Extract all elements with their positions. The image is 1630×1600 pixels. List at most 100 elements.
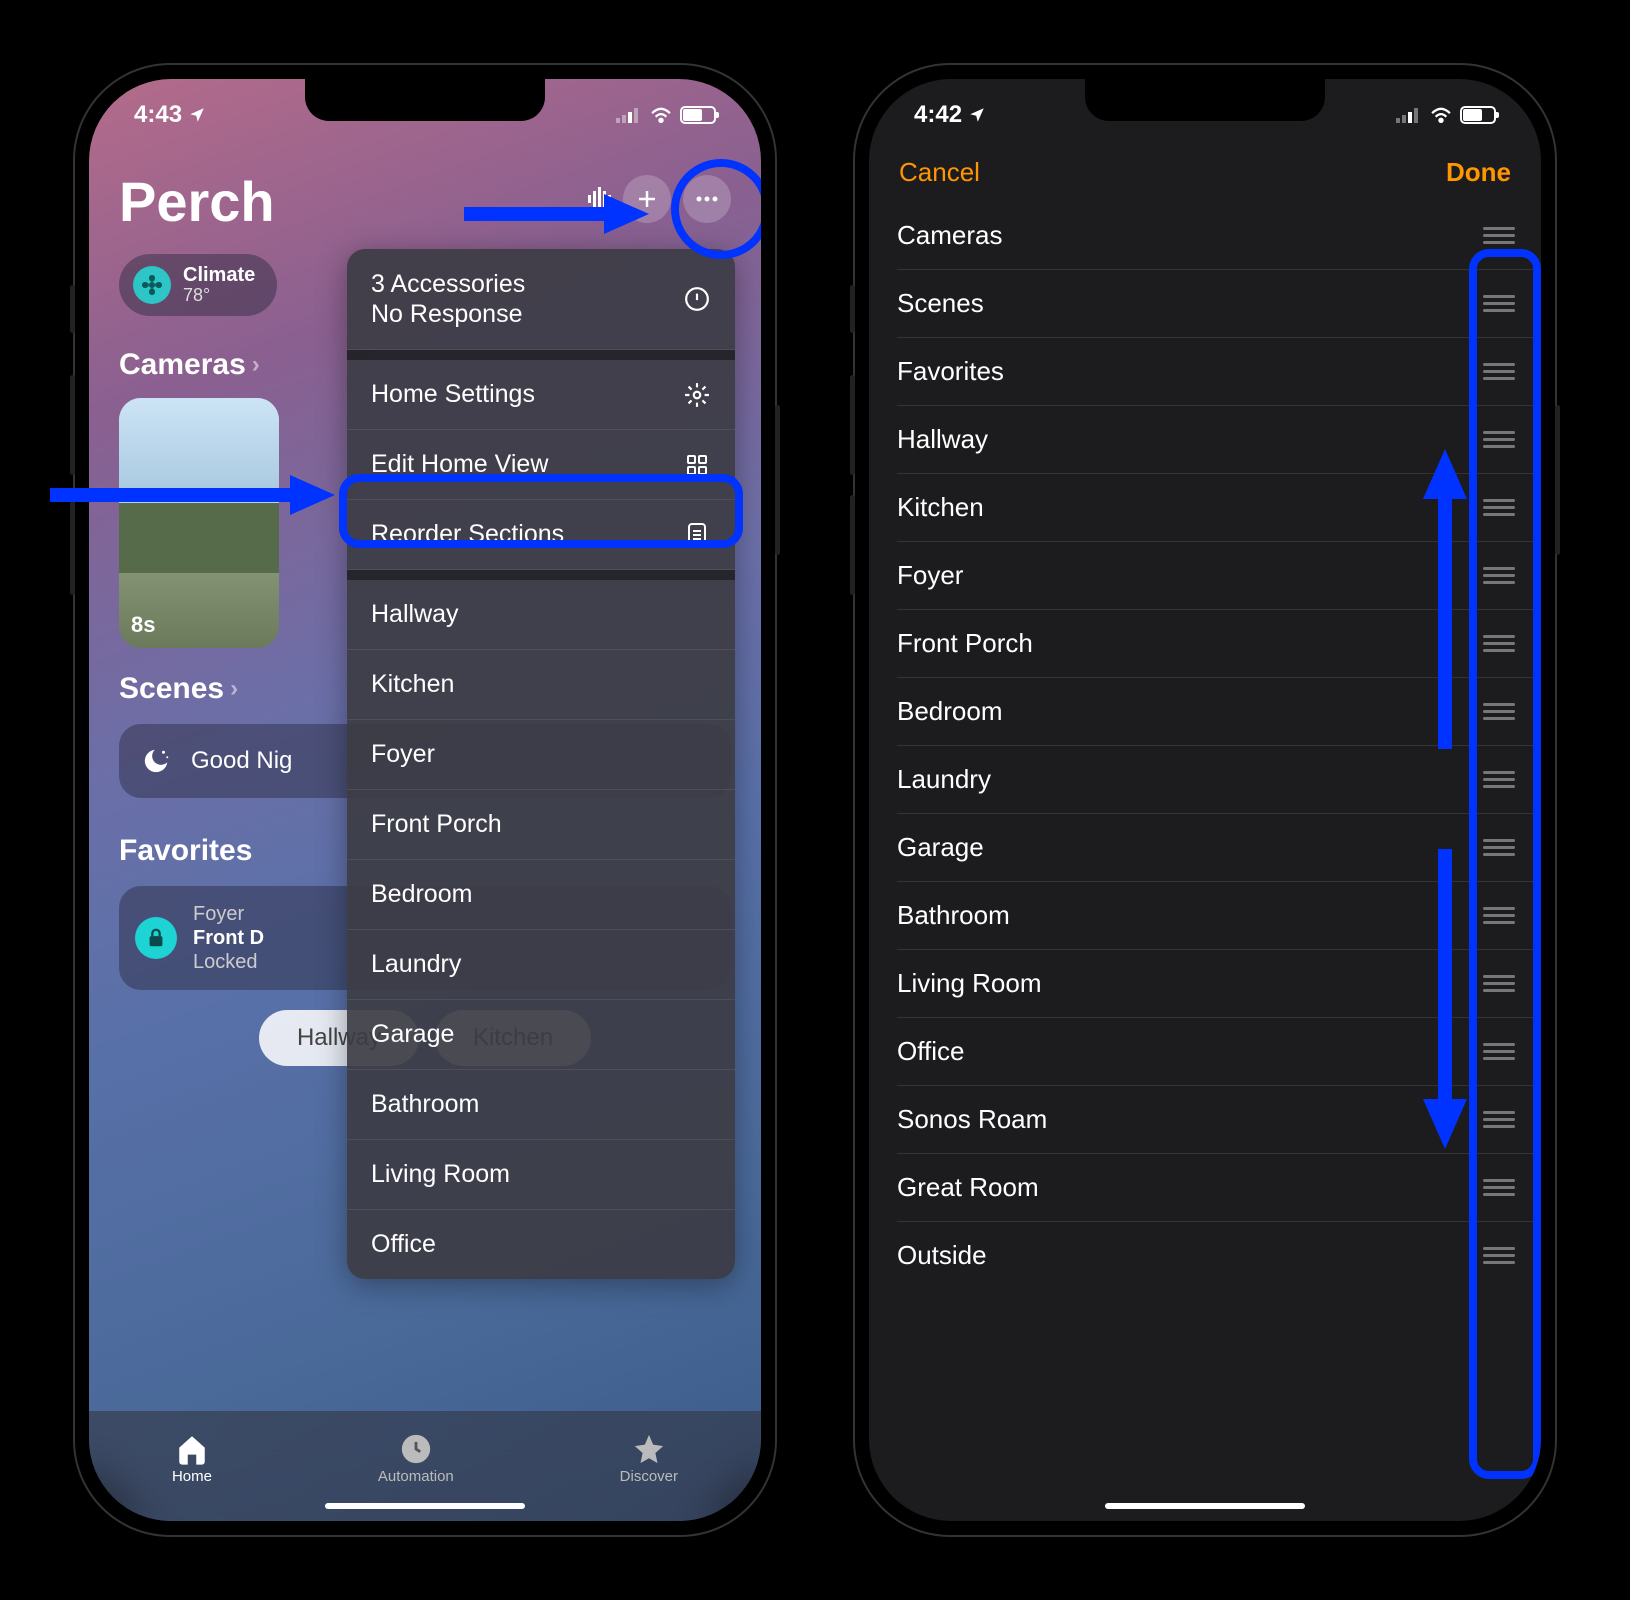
menu-item-room[interactable]: Living Room [347, 1140, 735, 1210]
row-label: Great Room [897, 1172, 1039, 1203]
volume-button [850, 285, 855, 333]
list-item[interactable]: Favorites [897, 338, 1541, 406]
menu-item-room[interactable]: Hallway [347, 580, 735, 650]
climate-temp: 78° [183, 286, 255, 306]
chevron-right-icon: › [252, 351, 260, 379]
camera-tile[interactable]: 8s [119, 398, 279, 648]
home-indicator[interactable] [1105, 1503, 1305, 1509]
battery-icon [680, 106, 716, 124]
menu-item-room[interactable]: Office [347, 1210, 735, 1279]
menu-item-room[interactable]: Front Porch [347, 790, 735, 860]
location-icon [968, 106, 986, 124]
gear-icon [683, 381, 711, 409]
menu-item-room[interactable]: Bedroom [347, 860, 735, 930]
annotation-arrow [45, 470, 335, 520]
menu-item-home-settings[interactable]: Home Settings [347, 360, 735, 430]
home-indicator[interactable] [325, 1503, 525, 1509]
iphone-right: 4:42 Cancel Done Cameras Scenes [855, 65, 1555, 1535]
tab-discover[interactable]: Discover [620, 1432, 678, 1485]
moon-icon [137, 742, 175, 780]
status-time: 4:42 [914, 101, 962, 129]
notch [1085, 79, 1325, 121]
home-header: Perch [89, 139, 761, 242]
power-button [775, 405, 780, 555]
status-time: 4:43 [134, 101, 182, 129]
power-button [1555, 405, 1560, 555]
clock-icon [399, 1432, 433, 1466]
tab-label: Home [172, 1468, 212, 1485]
lock-icon [135, 917, 177, 959]
home-icon [175, 1432, 209, 1466]
row-label: Outside [897, 1240, 987, 1271]
camera-elapsed: 8s [131, 612, 155, 638]
cancel-button[interactable]: Cancel [899, 157, 980, 188]
status-line2: No Response [371, 299, 525, 329]
menu-item-room[interactable]: Kitchen [347, 650, 735, 720]
signal-icon [616, 107, 642, 123]
row-label: Favorites [897, 356, 1004, 387]
done-button[interactable]: Done [1446, 157, 1511, 188]
section-label: Scenes [119, 672, 224, 706]
annotation-double-arrow [1419, 449, 1471, 1149]
menu-label: Hallway [371, 600, 459, 629]
iphone-left: 4:43 Perch [75, 65, 775, 1535]
row-label: Laundry [897, 764, 991, 795]
nav-bar: Cancel Done [869, 139, 1541, 202]
row-label: Scenes [897, 288, 984, 319]
row-label: Living Room [897, 968, 1042, 999]
section-label: Cameras [119, 348, 246, 382]
row-label: Sonos Roam [897, 1104, 1047, 1135]
menu-label: Office [371, 1230, 436, 1259]
tab-automation[interactable]: Automation [378, 1432, 454, 1485]
home-title: Perch [119, 169, 275, 234]
annotation-rectangle [339, 474, 743, 548]
menu-label: Home Settings [371, 380, 535, 409]
menu-item-room[interactable]: Bathroom [347, 1070, 735, 1140]
row-label: Office [897, 1036, 964, 1067]
row-label: Kitchen [897, 492, 984, 523]
volume-button [850, 375, 855, 475]
location-icon [188, 106, 206, 124]
row-label: Front Porch [897, 628, 1033, 659]
list-item[interactable]: Cameras [897, 202, 1541, 270]
menu-label: Foyer [371, 740, 435, 769]
climate-label: Climate [183, 264, 255, 286]
section-label: Favorites [119, 834, 252, 868]
chevron-right-icon: › [230, 675, 238, 703]
annotation-rectangle [1469, 249, 1541, 1479]
battery-icon [1460, 106, 1496, 124]
menu-item-room[interactable]: Laundry [347, 930, 735, 1000]
status-line1: 3 Accessories [371, 269, 525, 299]
menu-label: Garage [371, 1020, 454, 1049]
annotation-circle [671, 159, 761, 259]
list-item[interactable]: Great Room [897, 1154, 1541, 1222]
notch [305, 79, 545, 121]
row-label: Hallway [897, 424, 988, 455]
menu-label: Laundry [371, 950, 461, 979]
drag-handle-icon[interactable] [1483, 227, 1515, 244]
list-item[interactable]: Scenes [897, 270, 1541, 338]
row-label: Bathroom [897, 900, 1010, 931]
row-label: Garage [897, 832, 984, 863]
fan-icon [133, 266, 171, 304]
menu-item-room[interactable]: Garage [347, 1000, 735, 1070]
tab-label: Discover [620, 1468, 678, 1485]
scene-name: Good Nig [191, 747, 292, 775]
menu-label: Kitchen [371, 670, 454, 699]
star-icon [632, 1432, 666, 1466]
volume-button [70, 375, 75, 475]
list-item[interactable]: Outside [897, 1222, 1541, 1289]
tab-label: Automation [378, 1468, 454, 1485]
favorite-state: Locked [193, 950, 264, 974]
menu-item-room[interactable]: Foyer [347, 720, 735, 790]
row-label: Foyer [897, 560, 963, 591]
alert-icon [683, 285, 711, 313]
row-label: Bedroom [897, 696, 1003, 727]
menu-label: Bathroom [371, 1090, 479, 1119]
climate-pill[interactable]: Climate 78° [119, 254, 277, 316]
menu-item-status[interactable]: 3 Accessories No Response [347, 249, 735, 350]
volume-button [70, 285, 75, 333]
favorite-name: Front D [193, 926, 264, 950]
tab-home[interactable]: Home [172, 1432, 212, 1485]
favorite-room: Foyer [193, 902, 264, 926]
